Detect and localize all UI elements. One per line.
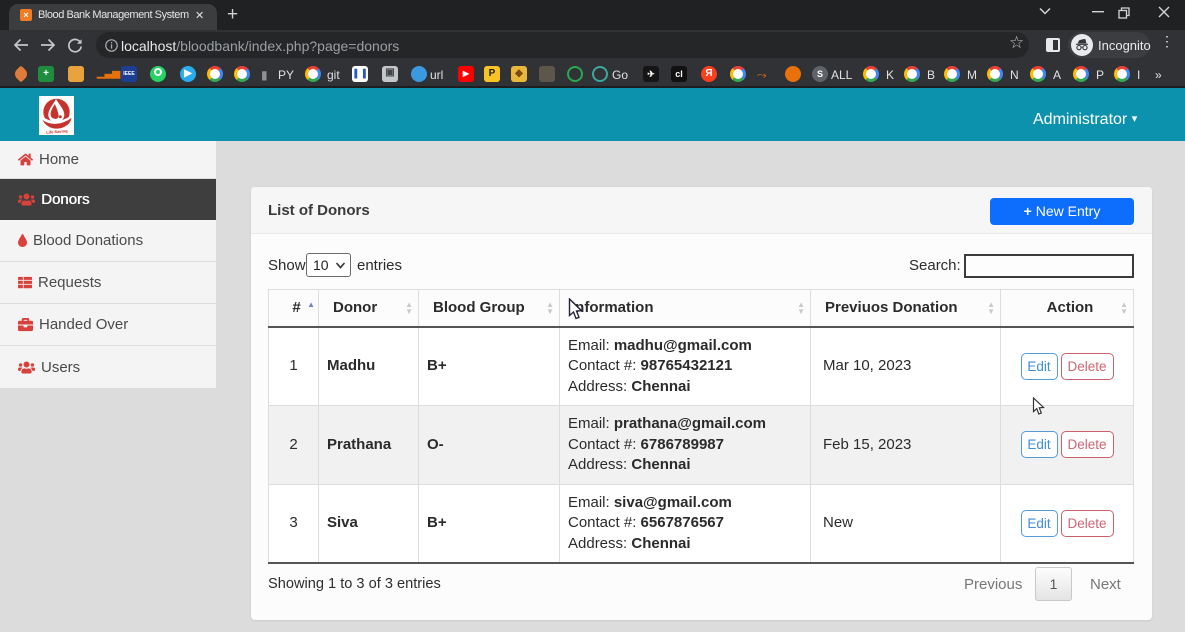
svg-text:Life Saving: Life Saving	[46, 128, 68, 135]
